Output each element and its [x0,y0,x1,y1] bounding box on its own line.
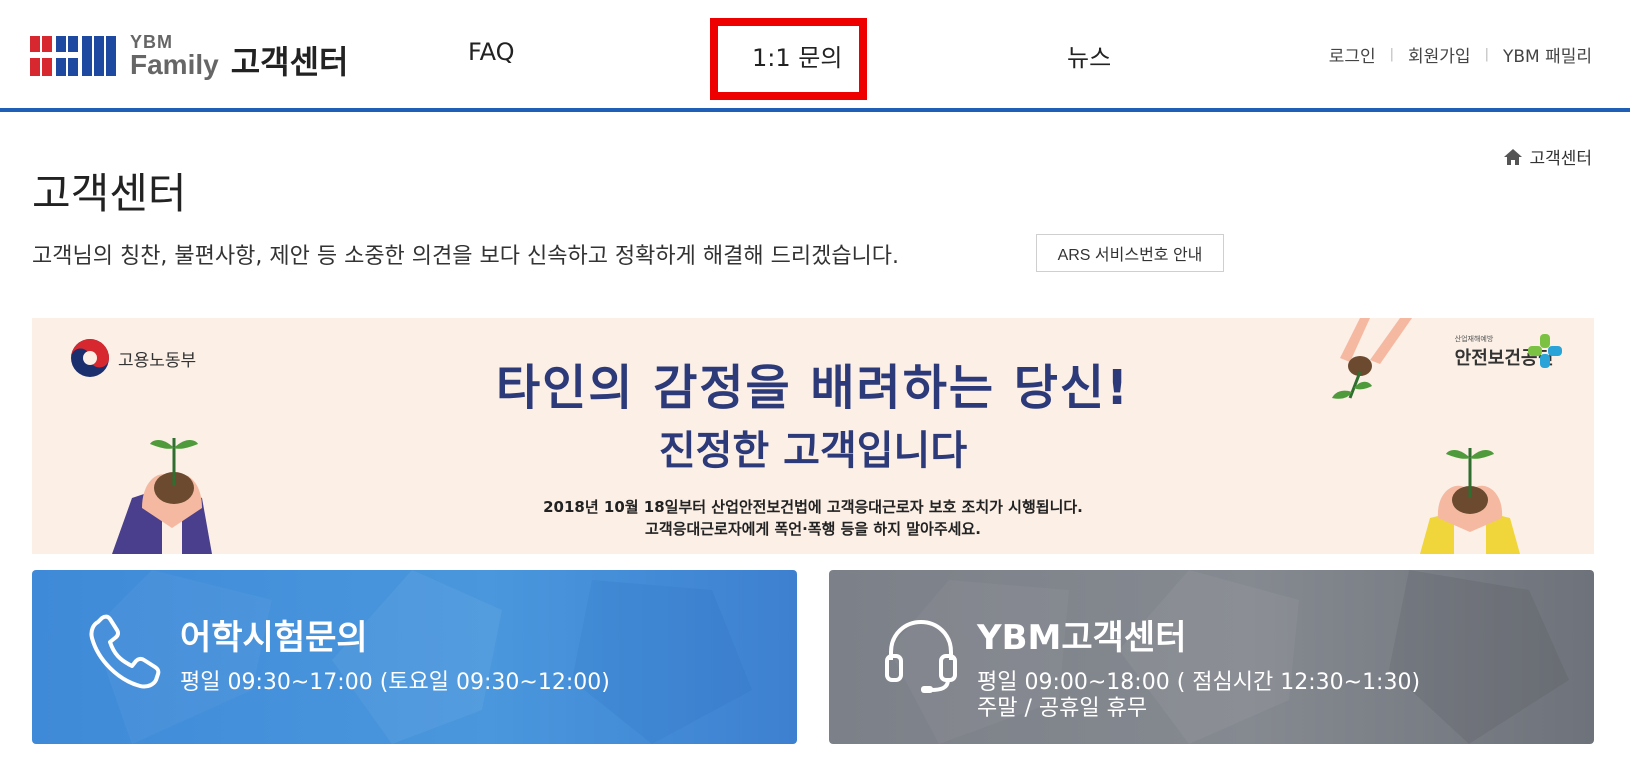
ybm-family-logo[interactable]: YBM Family 고객센터 [30,30,348,82]
hands-holding-sprout-illustration [112,438,212,554]
banner-subheadline: 진정한 고객입니다 [658,428,968,474]
banner-note-1: 2018년 10월 18일부터 산업안전보건법에 고객응대근로자 보호 조치가 … [543,498,1083,516]
logo-brand-bottom: Family [130,49,219,80]
nav-news[interactable]: 뉴스 [1067,38,1111,73]
page-title: 고객센터 [32,169,187,218]
breadcrumb: 고객센터 [1503,144,1592,169]
ybm-logo-mark-icon [30,36,116,76]
home-icon[interactable] [1503,148,1523,166]
ybm-family-link[interactable]: YBM 패밀리 [1503,42,1592,67]
hands-planting-illustration [1332,318,1412,399]
utility-links: 로그인 | 회원가입 | YBM 패밀리 [1329,42,1592,67]
hands-holding-seedling-illustration [1420,448,1520,554]
banner-note-2: 고객응대근로자에게 폭언·폭행 등을 하지 말아주세요. [645,520,981,538]
headset-icon [885,619,957,693]
language-test-inquiry-card[interactable]: 어학시험문의 평일 09:30~17:00 (토요일 09:30~12:00) [32,570,797,744]
card-title: YBM고객센터 [977,618,1187,658]
logo-title: 고객센터 [230,43,349,81]
util-separator: | [1484,47,1489,62]
phone-icon [89,614,161,689]
card-holiday-note: 주말 / 공휴일 휴무 [977,696,1148,721]
util-separator: | [1389,47,1394,62]
nav-faq[interactable]: FAQ [468,38,515,66]
ars-service-button[interactable]: ARS 서비스번호 안내 [1036,234,1224,272]
ybm-customer-center-card[interactable]: YBM고객센터 평일 09:00~18:00 ( 점심시간 12:30~1:30… [829,570,1594,744]
page-description: 고객님의 칭찬, 불편사항, 제안 등 소중한 의견을 보다 신속하고 정확하게… [32,244,900,269]
site-header: YBM Family 고객센터 FAQ 1:1 문의 뉴스 로그인 | 회원가입… [0,0,1630,112]
signup-link[interactable]: 회원가입 [1408,42,1471,67]
customer-care-banner[interactable]: 고용노동부 산업재해예방 안전보건공단 타인의 감정을 배려하는 당신! 진정한… [32,318,1594,554]
card-title: 어학시험문의 [180,618,368,658]
breadcrumb-current: 고객센터 [1529,149,1592,169]
logo-brand-text: YBM Family [130,33,219,79]
nav-inquiry[interactable]: 1:1 문의 [752,38,842,73]
login-link[interactable]: 로그인 [1329,42,1376,67]
card-hours: 평일 09:30~17:00 (토요일 09:30~12:00) [180,670,610,695]
